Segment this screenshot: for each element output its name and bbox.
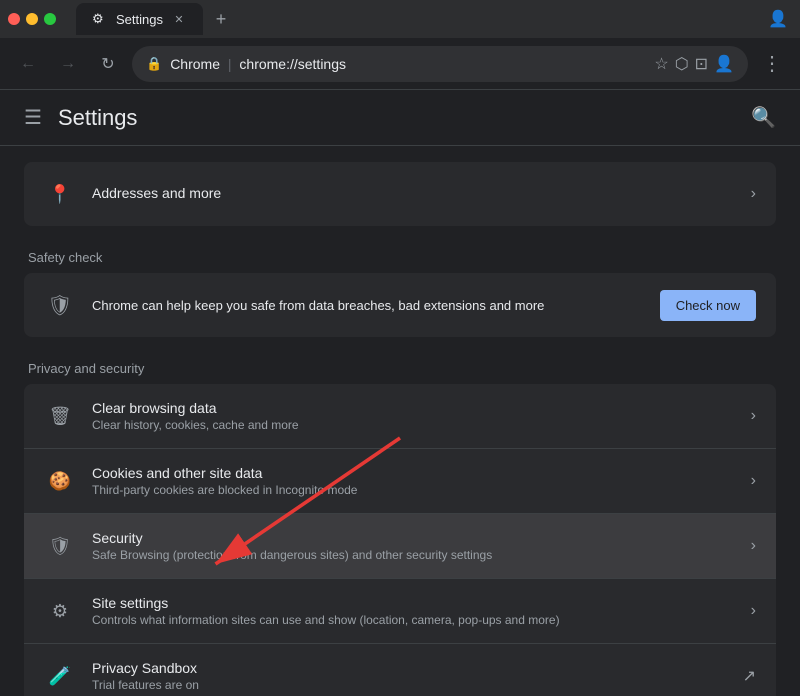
profile-icon[interactable]: 👤 (764, 5, 792, 33)
extension-icon[interactable]: ⬡ (675, 54, 689, 74)
nav-right-icons: ⋮ (756, 48, 788, 80)
security-row[interactable]: 🛡 Security Safe Browsing (protection fro… (24, 514, 776, 579)
clear-browsing-row[interactable]: 🗑 Clear browsing data Clear history, coo… (24, 384, 776, 449)
address-icon: 📍 (44, 178, 76, 210)
hamburger-icon[interactable]: ☰ (24, 105, 42, 130)
tab-title: Settings (116, 12, 163, 27)
safety-description: Chrome can help keep you safe from data … (92, 298, 644, 313)
site-settings-icon: ⚙ (44, 595, 76, 627)
security-chevron-icon: › (751, 537, 756, 555)
cookies-text: Cookies and other site data Third-party … (92, 465, 743, 497)
addresses-chevron-icon: › (751, 185, 756, 203)
cookies-title: Cookies and other site data (92, 465, 743, 481)
address-separator: | (224, 56, 235, 72)
page-title: Settings (58, 105, 138, 131)
new-tab-button[interactable]: + (207, 5, 235, 33)
cookies-subtitle: Third-party cookies are blocked in Incog… (92, 483, 743, 497)
trash-icon: 🗑 (44, 400, 76, 432)
site-settings-row[interactable]: ⚙ Site settings Controls what informatio… (24, 579, 776, 644)
tab-close-icon[interactable]: ✕ (171, 11, 187, 27)
cookie-icon: 🍪 (44, 465, 76, 497)
cookies-chevron-icon: › (751, 472, 756, 490)
close-button[interactable] (8, 13, 20, 25)
security-shield-icon: 🛡 (44, 530, 76, 562)
address-text: Chrome | chrome://settings (170, 56, 646, 72)
minimize-button[interactable] (26, 13, 38, 25)
check-now-button[interactable]: Check now (660, 290, 756, 321)
safety-check-section-label: Safety check (24, 234, 776, 273)
site-settings-chevron-icon: › (751, 602, 756, 620)
lock-icon: 🔒 (146, 56, 162, 72)
address-url: chrome://settings (239, 56, 346, 72)
main-content: 📍 Addresses and more › Safety check 🛡 Ch… (0, 146, 800, 696)
privacy-security-card: 🗑 Clear browsing data Clear history, coo… (24, 384, 776, 696)
security-title: Security (92, 530, 743, 546)
site-settings-title: Site settings (92, 595, 743, 611)
privacy-sandbox-external-icon: ↗ (743, 666, 756, 686)
sandbox-icon: 🧪 (44, 660, 76, 692)
addresses-card: 📍 Addresses and more › (24, 162, 776, 226)
privacy-security-section-label: Privacy and security (24, 345, 776, 384)
safety-check-card: 🛡 Chrome can help keep you safe from dat… (24, 273, 776, 337)
clear-browsing-subtitle: Clear history, cookies, cache and more (92, 418, 743, 432)
clear-browsing-chevron-icon: › (751, 407, 756, 425)
active-tab[interactable]: ⚙ Settings ✕ (76, 3, 203, 35)
nav-bar: ← → ↻ 🔒 Chrome | chrome://settings ☆ ⬡ ⊡… (0, 38, 800, 90)
bookmark-icon[interactable]: ☆ (654, 54, 668, 74)
privacy-sandbox-row[interactable]: 🧪 Privacy Sandbox Trial features are on … (24, 644, 776, 696)
addresses-row-title: Addresses and more (92, 185, 743, 201)
traffic-lights (8, 13, 56, 25)
settings-header: ☰ Settings 🔍 (0, 90, 800, 146)
security-subtitle: Safe Browsing (protection from dangerous… (92, 548, 743, 562)
avatar-icon[interactable]: 👤 (714, 54, 734, 74)
tab-bar: ⚙ Settings ✕ + (76, 3, 756, 35)
menu-button[interactable]: ⋮ (756, 48, 788, 80)
maximize-button[interactable] (44, 13, 56, 25)
addresses-row[interactable]: 📍 Addresses and more › (24, 162, 776, 226)
site-settings-text: Site settings Controls what information … (92, 595, 743, 627)
reload-button[interactable]: ↻ (92, 48, 124, 80)
addresses-row-text: Addresses and more (92, 185, 743, 203)
privacy-sandbox-title: Privacy Sandbox (92, 660, 735, 676)
site-name: Chrome (170, 56, 220, 72)
forward-button[interactable]: → (52, 48, 84, 80)
address-right-icons: ☆ ⬡ ⊡ 👤 (654, 54, 734, 74)
cookies-row[interactable]: 🍪 Cookies and other site data Third-part… (24, 449, 776, 514)
cast-icon[interactable]: ⊡ (695, 54, 708, 74)
site-settings-subtitle: Controls what information sites can use … (92, 613, 743, 627)
privacy-sandbox-text: Privacy Sandbox Trial features are on (92, 660, 735, 692)
clear-browsing-text: Clear browsing data Clear history, cooki… (92, 400, 743, 432)
privacy-security-card-wrapper: 🗑 Clear browsing data Clear history, coo… (24, 384, 776, 696)
clear-browsing-title: Clear browsing data (92, 400, 743, 416)
back-button[interactable]: ← (12, 48, 44, 80)
titlebar-right-icons: 👤 (764, 5, 792, 33)
security-text: Security Safe Browsing (protection from … (92, 530, 743, 562)
search-icon[interactable]: 🔍 (751, 105, 776, 130)
title-bar: ⚙ Settings ✕ + 👤 (0, 0, 800, 38)
tab-favicon-icon: ⚙ (92, 11, 108, 27)
address-bar[interactable]: 🔒 Chrome | chrome://settings ☆ ⬡ ⊡ 👤 (132, 46, 748, 82)
privacy-sandbox-subtitle: Trial features are on (92, 678, 735, 692)
safety-shield-icon: 🛡 (44, 289, 76, 321)
